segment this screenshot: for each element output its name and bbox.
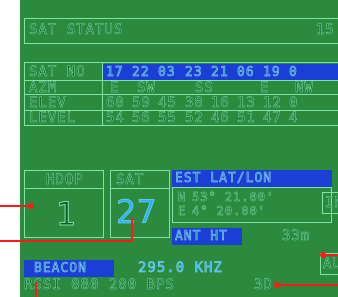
sat-number-row: 17 22 03 23 21 06 19 0 (103, 64, 338, 80)
level-cell: 52 (185, 110, 204, 127)
hdop-value: 1 (55, 195, 77, 233)
beacon-frequency: 295.0 KHZ (138, 260, 223, 277)
elev-cell: 38 (185, 95, 204, 112)
azm-cell: E (260, 80, 270, 97)
beacon-label: BEACON (24, 260, 114, 277)
level-cell: 46 (211, 110, 230, 127)
elev-cell: 45 (158, 95, 177, 112)
azm-label: AZM (29, 80, 58, 97)
sat-callout-line (0, 240, 132, 242)
elev-cell: 13 (237, 95, 256, 112)
elev-cell: 59 (132, 95, 151, 112)
screen-title: SAT STATUS (29, 22, 124, 39)
level-label: LEVEL (29, 110, 77, 127)
level-cell: 51 (237, 110, 256, 127)
elev-label: ELEV (29, 95, 67, 112)
azm-cell: NW (295, 80, 314, 97)
sat-number: 21 (211, 65, 229, 81)
level-cell: 56 (132, 110, 151, 127)
hdop-callout-dot (28, 203, 34, 209)
sat-number: 22 (132, 65, 150, 81)
beacon-rssi: RSSI 080 200 BPS (24, 277, 175, 294)
hdop-label: HDOP (46, 172, 84, 189)
beacon-callout-line (35, 282, 37, 297)
level-cell: 55 (158, 110, 177, 127)
sat-number: 19 (263, 65, 281, 81)
mode-callout-dot (274, 282, 280, 288)
sat-number: 03 (158, 65, 176, 81)
elev-cell: 0 (289, 95, 299, 112)
antenna-side-label: AU (323, 256, 338, 273)
lon-hemisphere: E (178, 204, 187, 219)
sat-number: 06 (237, 65, 255, 81)
level-cell: 4 (289, 110, 299, 127)
hdop-callout-line (0, 205, 30, 207)
sat-count-label: SAT (116, 172, 145, 189)
antenna-height: 33m (282, 228, 311, 245)
sat-number: 23 (185, 65, 203, 81)
sat-number: 17 (106, 65, 124, 81)
antenna-label: ANT HT (172, 228, 242, 245)
antenna-callout-dot (320, 252, 326, 258)
antenna-callout-line (324, 254, 338, 256)
gps-status-screen: SAT STATUS 15 SAT NO 17 22 03 23 21 06 1… (20, 0, 338, 297)
azm-cell: SW (137, 80, 156, 97)
sat-count-value: 27 (116, 193, 157, 231)
fix-mode: 3D (254, 277, 273, 294)
sat-number: 0 (289, 65, 298, 81)
level-cell: 47 (263, 110, 282, 127)
position-side-label: IN (325, 195, 338, 212)
sat-no-label: SAT NO (29, 64, 86, 81)
lon-value: 4° 20.00' (192, 204, 267, 219)
elev-cell: 12 (263, 95, 282, 112)
clock-readout: 15 (316, 22, 335, 39)
sat-callout-line-v (131, 218, 133, 242)
level-cell: 54 (106, 110, 125, 127)
position-label: EST LAT/LON (172, 170, 332, 187)
elev-cell: 60 (106, 95, 125, 112)
mode-callout-line (278, 284, 338, 286)
elev-cell: 16 (211, 95, 230, 112)
azm-cell: E (110, 80, 120, 97)
azm-cell: SS (195, 80, 214, 97)
